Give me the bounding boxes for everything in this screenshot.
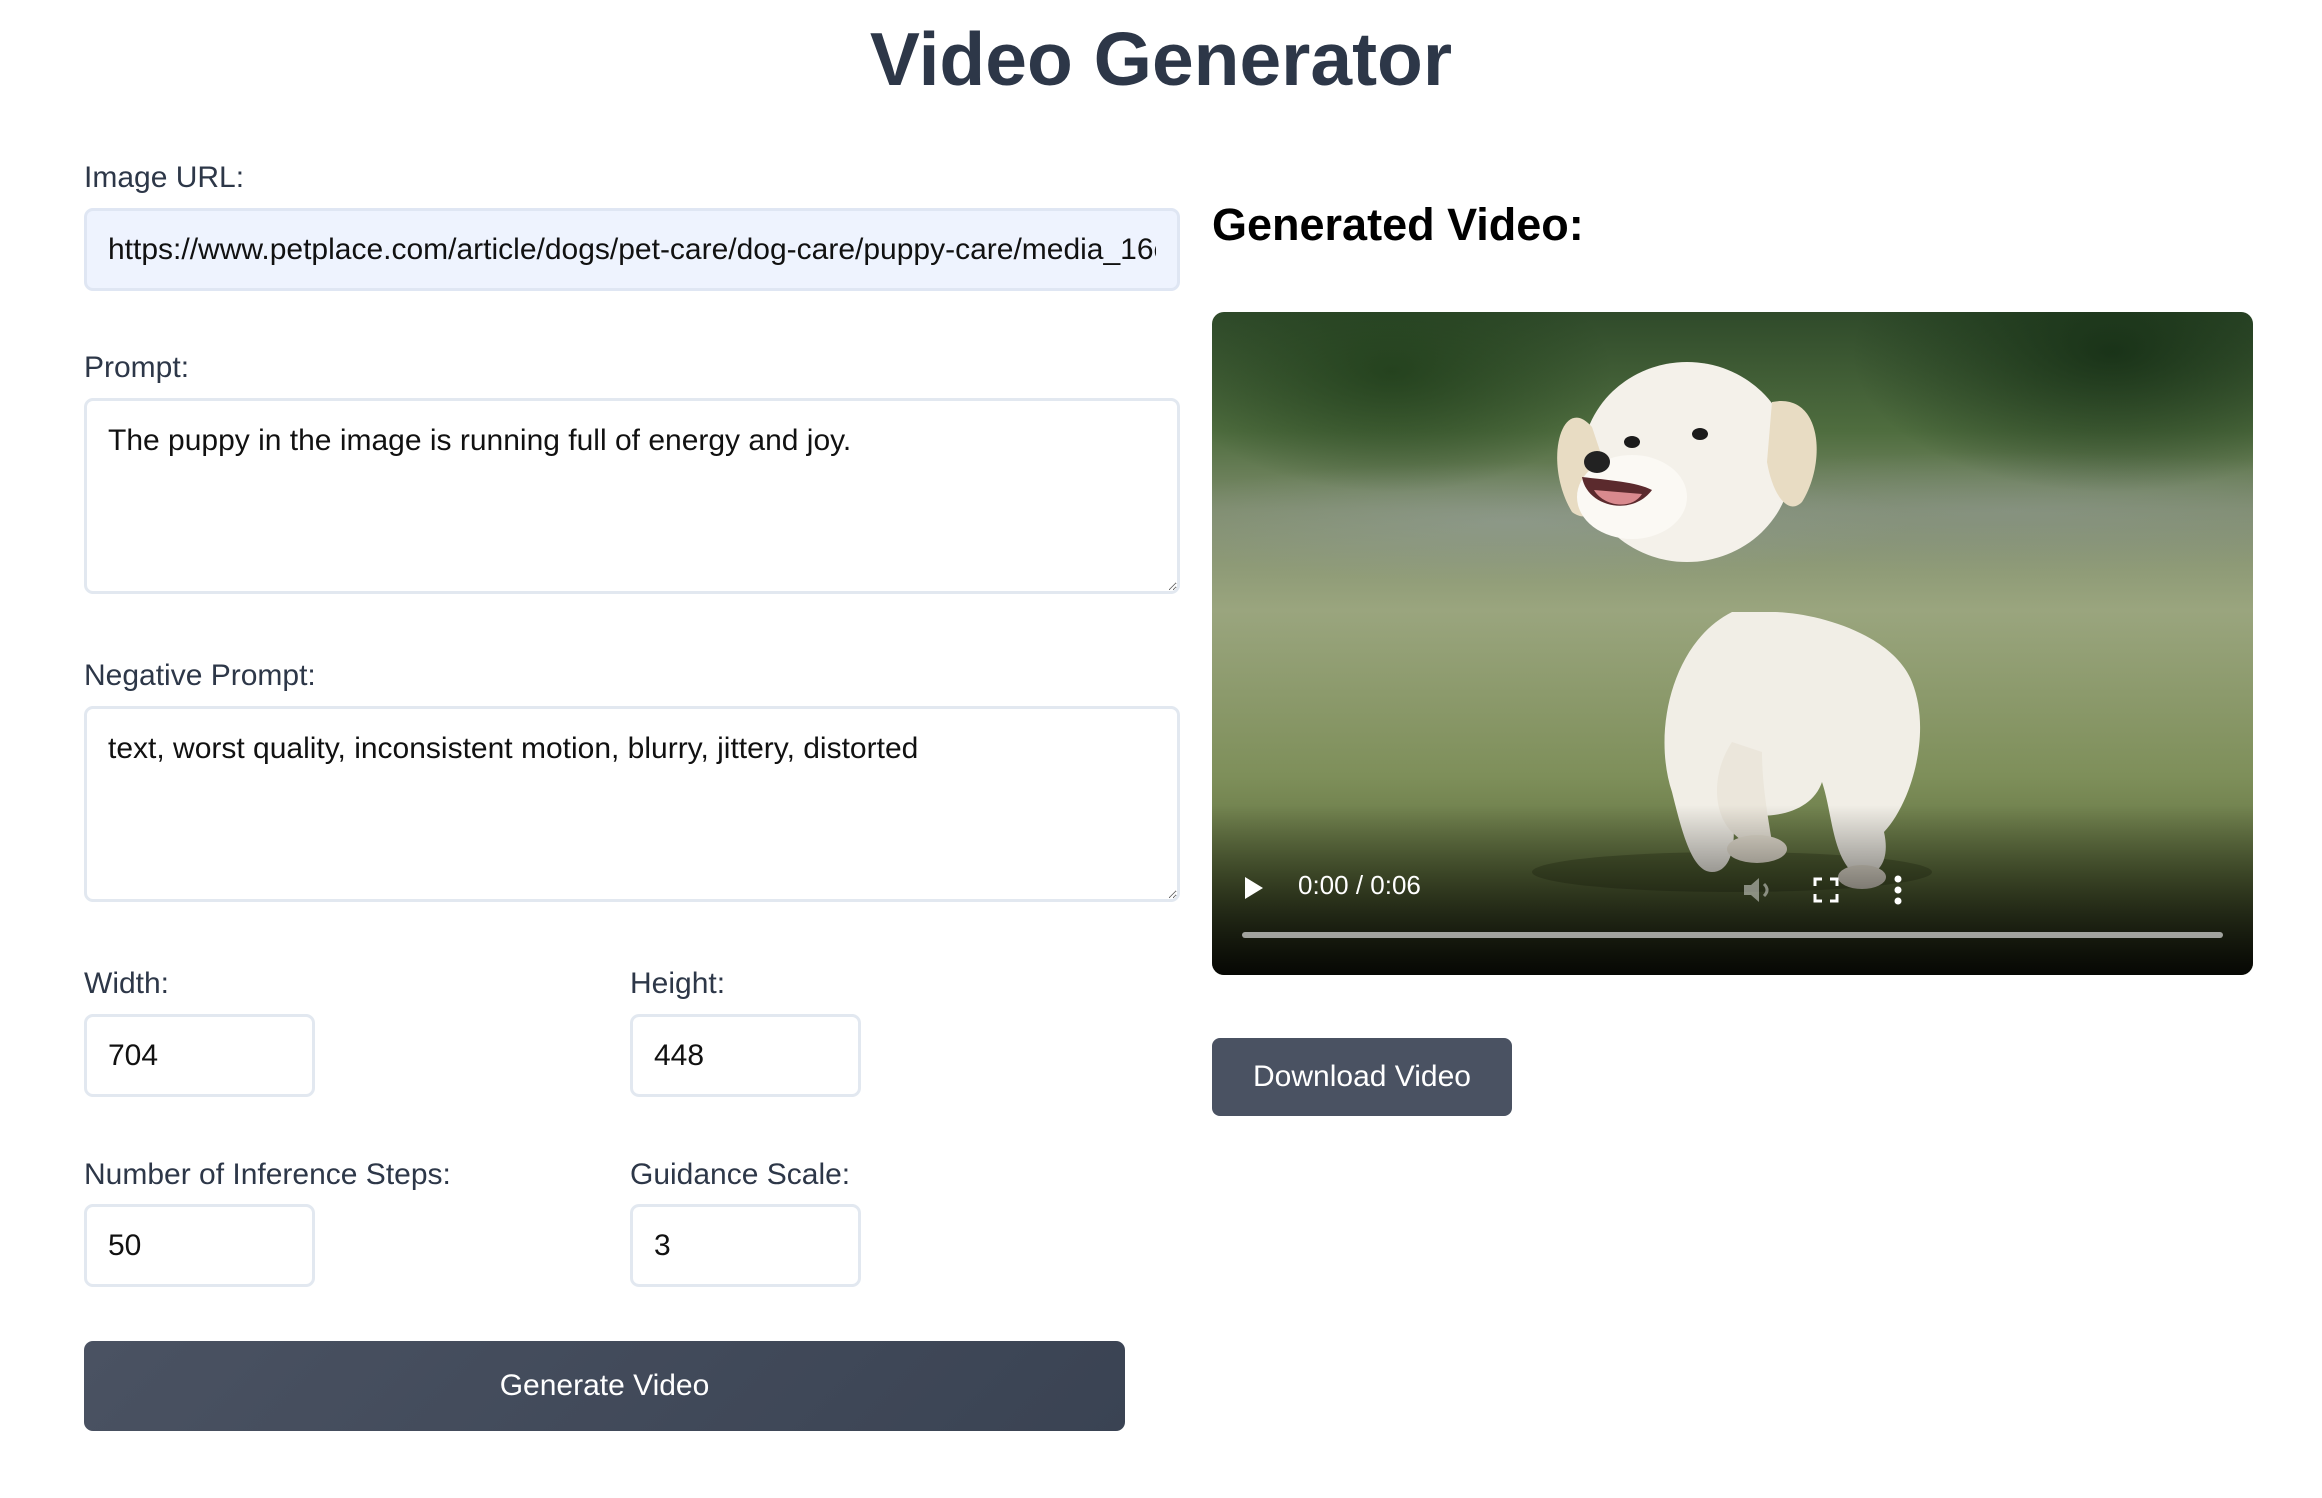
video-progress-bar[interactable] xyxy=(1242,932,2223,938)
video-player[interactable]: 0:00 / 0:06 xyxy=(1212,312,2253,975)
height-label: Height: xyxy=(630,967,726,1000)
guidance-scale-input[interactable] xyxy=(630,1204,861,1287)
image-url-label: Image URL: xyxy=(84,161,245,194)
guidance-scale-label: Guidance Scale: xyxy=(630,1158,851,1191)
height-input[interactable] xyxy=(630,1014,861,1097)
play-icon[interactable] xyxy=(1242,875,1266,901)
fullscreen-icon[interactable] xyxy=(1812,876,1840,904)
page-title: Video Generator xyxy=(869,17,1453,101)
width-input[interactable] xyxy=(84,1014,315,1097)
more-options-icon[interactable] xyxy=(1892,874,1904,906)
inference-steps-label: Number of Inference Steps: xyxy=(84,1158,451,1191)
video-time: 0:00 / 0:06 xyxy=(1298,870,1421,900)
width-label: Width: xyxy=(84,967,170,1000)
image-url-input[interactable] xyxy=(84,208,1180,291)
generate-video-button[interactable]: Generate Video xyxy=(84,1341,1125,1431)
prompt-textarea[interactable]: The puppy in the image is running full o… xyxy=(84,398,1180,594)
prompt-label: Prompt: xyxy=(84,351,190,384)
volume-icon[interactable] xyxy=(1740,875,1776,905)
inference-steps-input[interactable] xyxy=(84,1204,315,1287)
download-video-button[interactable]: Download Video xyxy=(1212,1038,1512,1116)
negative-prompt-textarea[interactable]: text, worst quality, inconsistent motion… xyxy=(84,706,1180,902)
negative-prompt-label: Negative Prompt: xyxy=(84,659,316,692)
generated-video-heading: Generated Video: xyxy=(1212,199,1584,250)
